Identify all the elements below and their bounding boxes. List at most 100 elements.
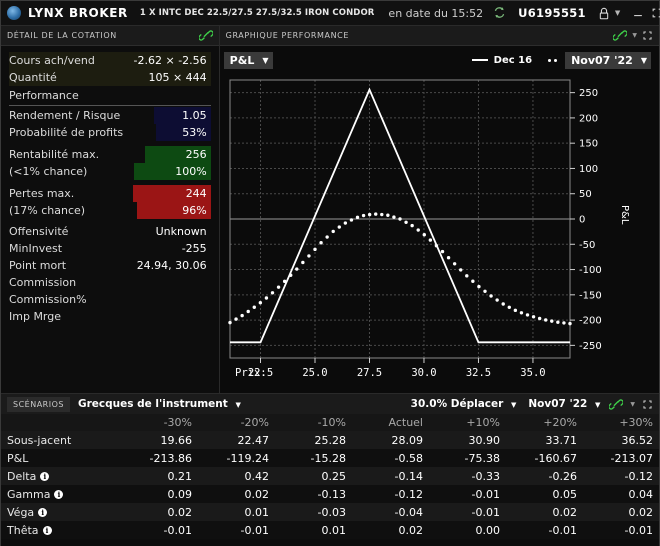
lock-icon[interactable]	[598, 7, 610, 20]
table-cell: 0.21	[121, 467, 198, 485]
chevron-down-icon: ▼	[510, 401, 517, 409]
chart-dot-current	[282, 279, 287, 284]
table-cell: 0.25	[275, 467, 352, 485]
chart-canvas-wrapper[interactable]: 250 200 150 100 50 0 -50 -100 -150 -200 -250 22.5 2…	[220, 74, 659, 393]
chart-dot-current	[240, 313, 244, 318]
y-tick-label: 0	[579, 215, 585, 226]
chart-dot-current	[531, 315, 535, 319]
date-dropdown[interactable]: Nov07 '22 ▼	[565, 51, 651, 69]
maximize-button[interactable]	[651, 7, 660, 19]
quote-detail-header: DÉTAIL DE LA COTATION	[1, 26, 219, 46]
table-cell: -0.14	[352, 467, 429, 485]
row-label: Probabilité de profits	[9, 126, 124, 139]
row-probabilite-profits: Probabilité de profits 53%	[9, 124, 211, 141]
table-cell: 0.02	[121, 503, 198, 521]
refresh-icon[interactable]	[493, 6, 506, 21]
scenarios-header-right: 30.0% Déplacer ▼ Nov07 '22 ▼ ▼	[411, 398, 653, 411]
row-value: 256	[145, 146, 211, 163]
chart-dot-current	[543, 318, 548, 322]
row-offensivite: Offensivité Unknown	[9, 223, 211, 240]
column-header: +30%	[583, 414, 659, 431]
link-icon[interactable]	[198, 29, 213, 42]
y-tick-label: 50	[579, 189, 592, 200]
row-value: 105 × 444	[148, 71, 207, 84]
scenario-date-dropdown[interactable]: Nov07 '22 ▼	[528, 398, 600, 410]
chart-dot-current	[422, 233, 426, 237]
minimize-button[interactable]	[632, 7, 644, 19]
table-row: Véga i 0.02 0.01 -0.03 -0.04 -0.01 0.02 0.02	[1, 503, 659, 521]
chart-dot-current	[234, 317, 238, 321]
legend-dot	[554, 58, 558, 62]
legend-dots-swatch	[548, 58, 558, 62]
row-commission-pct: Commission%	[9, 291, 211, 308]
y-tick-label: 200	[579, 113, 598, 124]
chart-dot-current	[270, 291, 274, 295]
table-cell: -213.86	[121, 449, 198, 467]
row-label: Rendement / Risque	[9, 109, 121, 122]
chart-dot-current	[319, 241, 323, 245]
legend-dot	[548, 58, 552, 62]
chart-dot-current	[482, 289, 487, 293]
chart-dot-current	[379, 212, 384, 217]
row-label: Thêta i	[1, 521, 121, 539]
chevron-down-icon[interactable]: ▼	[630, 401, 635, 408]
chart-dot-current	[331, 229, 335, 234]
chart-series-layer	[227, 87, 572, 344]
table-cell: -75.38	[429, 449, 506, 467]
info-icon[interactable]: i	[38, 507, 48, 517]
instrument-greeks-dropdown[interactable]: Grecques de l'instrument ▼	[78, 398, 241, 410]
chart-dot-current	[555, 320, 560, 324]
move-percent-dropdown[interactable]: 30.0% Déplacer ▼	[411, 398, 517, 410]
chart-toolbar: P&L ▼ Dec 16 Nov07 '22 ▼	[220, 46, 659, 74]
chevron-down-icon[interactable]: ▼	[615, 9, 620, 17]
table-cell: -119.24	[198, 449, 275, 467]
info-icon[interactable]: i	[42, 525, 52, 535]
brand-title: LYNX BROKER	[28, 6, 128, 20]
table-cell: 19.66	[121, 431, 198, 449]
table-cell: 0.02	[352, 521, 429, 539]
table-cell: -0.01	[429, 503, 506, 521]
column-header: Actuel	[352, 414, 429, 431]
chart-dot-current	[391, 215, 396, 219]
row-label: (<1% chance)	[9, 165, 88, 178]
link-icon[interactable]	[613, 29, 628, 42]
metric-dropdown[interactable]: P&L ▼	[223, 51, 273, 69]
chart-panel-title: GRAPHIQUE PERFORMANCE	[225, 31, 350, 40]
link-icon[interactable]	[609, 398, 624, 411]
table-cell: -0.13	[275, 485, 352, 503]
chart-dot-current	[258, 300, 262, 305]
table-cell: -0.01	[583, 521, 659, 539]
x-tick-label: 35.0	[520, 367, 545, 379]
row-label: Point mort	[9, 259, 67, 272]
chart-dot-current	[458, 268, 463, 272]
account-number[interactable]: U6195551	[518, 6, 586, 20]
chart-dot-current	[507, 305, 511, 309]
table-cell: 0.42	[198, 467, 275, 485]
chart-dot-current	[404, 220, 408, 224]
row-value: -255	[181, 242, 207, 255]
application-window: LYNX BROKER 1 X INTC DEC 22.5/27.5 27.5/…	[0, 0, 660, 546]
legend-line-swatch	[471, 59, 488, 61]
chart-x-axis-label: Prix:	[235, 367, 267, 379]
info-icon[interactable]: i	[40, 471, 50, 481]
chart-dot-current	[513, 308, 517, 313]
table-cell: -0.26	[506, 467, 583, 485]
move-percent-label: 30.0% Déplacer	[410, 398, 504, 410]
chevron-down-icon[interactable]: ▼	[632, 32, 637, 39]
chart-dot-current	[397, 217, 402, 221]
expand-icon[interactable]	[642, 399, 653, 410]
row-label: P&L	[1, 449, 121, 467]
row-label: Imp Mrge	[9, 310, 62, 323]
table-cell: -0.12	[352, 485, 429, 503]
tab-scenarios[interactable]: SCÉNARIOS	[7, 396, 70, 412]
row-pertes-max: Pertes max. 244	[9, 185, 211, 202]
as-of-date-label: en date du 15:52	[388, 6, 484, 20]
x-tick-label: 30.0	[411, 367, 436, 379]
scenarios-table: -30% -20% -10% Actuel +10% +20% +30% Sous-jace…	[1, 414, 659, 539]
row-label: Rentabilité max.	[9, 148, 100, 161]
performance-chart[interactable]: 250200150100500-50-100-150-200-250 22.5 2…	[220, 74, 660, 389]
title-bar: LYNX BROKER 1 X INTC DEC 22.5/27.5 27.5/…	[1, 1, 660, 26]
expand-icon[interactable]	[642, 30, 653, 41]
info-icon[interactable]: i	[54, 489, 64, 499]
chart-dot-current	[476, 284, 481, 289]
